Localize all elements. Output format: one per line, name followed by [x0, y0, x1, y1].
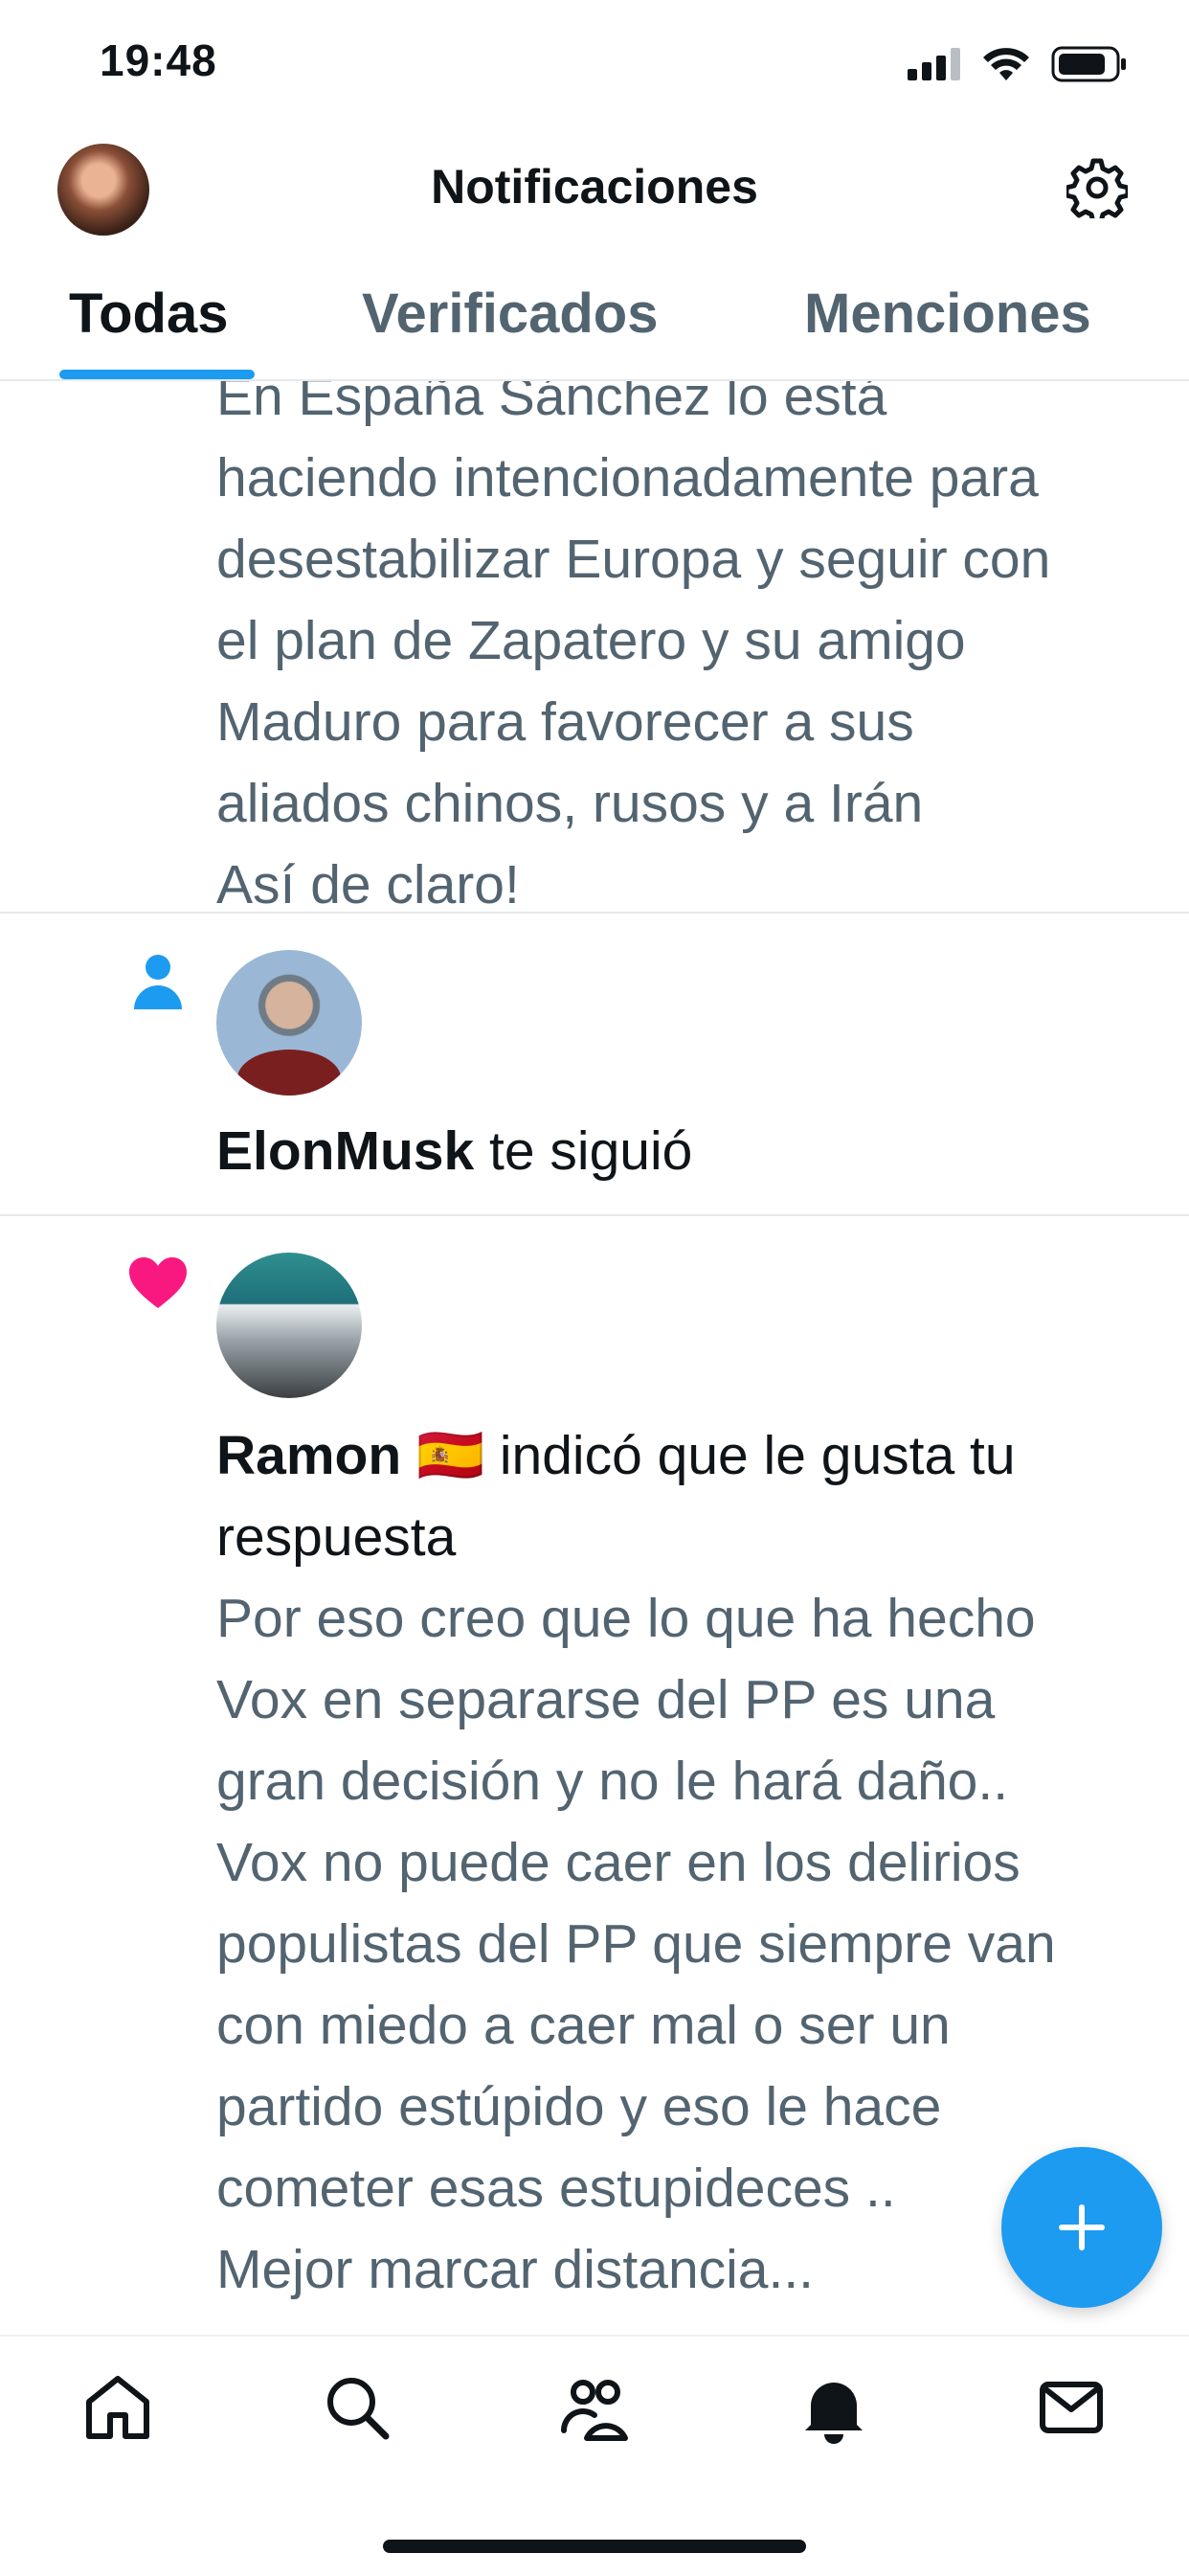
username[interactable]: ElonMusk [216, 1120, 474, 1182]
communities-icon[interactable] [558, 2371, 631, 2444]
battery-icon [1051, 46, 1126, 82]
compose-button[interactable] [1001, 2147, 1162, 2308]
reply-text[interactable]: En España Sánchez lo está haciendo inten… [216, 381, 1155, 926]
status-time: 19:48 [100, 35, 217, 85]
cellular-signal-icon [908, 48, 960, 80]
follow-notification-text[interactable]: ElonMusk te siguió [216, 1111, 1155, 1192]
page-title: Notificaciones [431, 160, 758, 214]
notifications-icon[interactable] [797, 2371, 870, 2444]
header: Notificaciones [0, 134, 1189, 249]
avatar-elonmusk[interactable] [216, 950, 362, 1096]
flag-emoji: 🇪🇸 [416, 1425, 485, 1486]
divider [0, 912, 1189, 914]
tab-bar: Todas Verificados Menciones [0, 270, 1189, 381]
status-icons [908, 46, 1128, 82]
wifi-icon [983, 48, 1029, 80]
notifications-feed[interactable]: En España Sánchez lo está haciendo inten… [0, 381, 1189, 2335]
username[interactable]: Ramon [216, 1425, 401, 1486]
like-notification-text[interactable]: Ramon 🇪🇸 indicó que le gusta tu respuest… [216, 1415, 1155, 1578]
messages-icon[interactable] [1035, 2371, 1108, 2444]
avatar-ramon[interactable] [216, 1253, 362, 1398]
bottom-nav [0, 2335, 1189, 2576]
tab-menciones[interactable]: Menciones [804, 282, 1091, 346]
tab-verificados[interactable]: Verificados [362, 282, 658, 346]
plus-icon [1059, 2204, 1105, 2250]
active-tab-indicator [59, 370, 255, 379]
heart-icon [129, 1257, 187, 1308]
divider [0, 1214, 1189, 1216]
gear-icon[interactable] [1066, 157, 1128, 218]
tab-todas[interactable]: Todas [69, 282, 229, 346]
home-indicator[interactable] [383, 2540, 806, 2553]
home-icon[interactable] [81, 2371, 154, 2444]
person-icon [134, 955, 182, 1009]
status-bar: 19:48 [0, 0, 1189, 134]
action-text: te siguió [474, 1120, 693, 1182]
search-icon[interactable] [321, 2371, 393, 2444]
